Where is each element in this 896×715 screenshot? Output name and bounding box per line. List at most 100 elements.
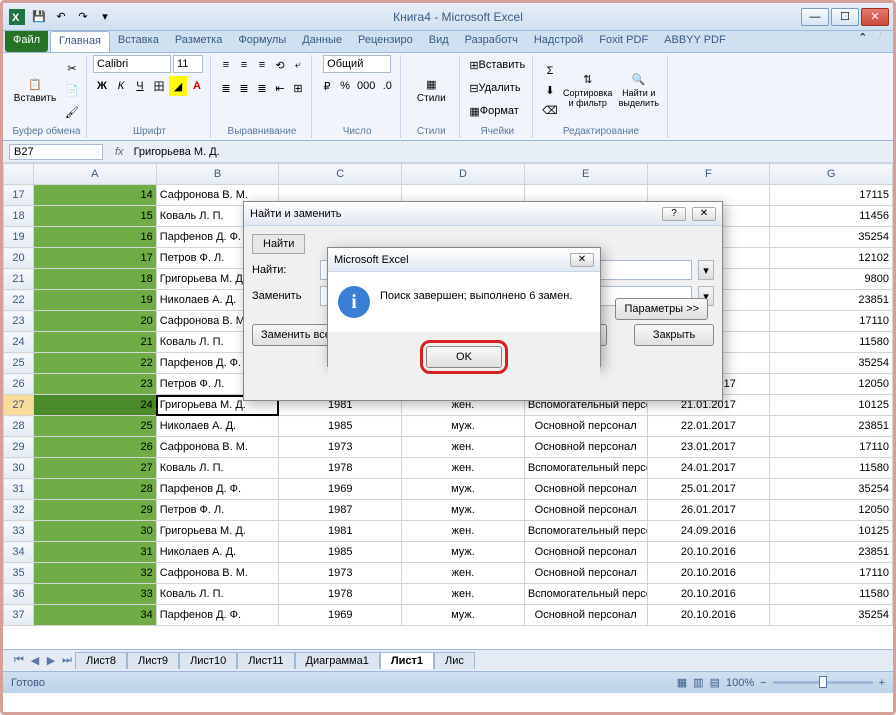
- cell[interactable]: 25: [34, 416, 157, 437]
- sheet-tab[interactable]: Лист10: [179, 652, 237, 669]
- cell[interactable]: 9800: [770, 269, 893, 290]
- cell[interactable]: Основной персонал: [524, 563, 647, 584]
- sheet-tab[interactable]: Лист11: [237, 652, 294, 669]
- cell[interactable]: 11580: [770, 332, 893, 353]
- tab-addins[interactable]: Надстрой: [526, 31, 591, 52]
- cell[interactable]: 22: [34, 353, 157, 374]
- font-color-button[interactable]: A: [188, 76, 206, 96]
- fill-icon[interactable]: ⬇: [539, 81, 561, 101]
- cell[interactable]: жен.: [402, 584, 525, 605]
- cell[interactable]: 17110: [770, 311, 893, 332]
- cell[interactable]: Сафронова В. М.: [156, 563, 279, 584]
- cell[interactable]: муж.: [402, 479, 525, 500]
- cell[interactable]: 1985: [279, 416, 402, 437]
- sheet-tab[interactable]: Лист1: [380, 652, 434, 669]
- row-header[interactable]: 26: [4, 374, 34, 395]
- cell[interactable]: 25.01.2017: [647, 479, 770, 500]
- cells-format-button[interactable]: ▦ Формат: [466, 101, 528, 121]
- italic-button[interactable]: К: [112, 76, 130, 96]
- sheet-tab[interactable]: Лист8: [75, 652, 127, 669]
- sheet-tab[interactable]: Лист9: [127, 652, 179, 669]
- copy-icon[interactable]: 📄: [62, 81, 82, 101]
- cell[interactable]: муж.: [402, 500, 525, 521]
- cell[interactable]: Вспомогательный персонал: [524, 521, 647, 542]
- cell[interactable]: 18: [34, 269, 157, 290]
- row-header[interactable]: 37: [4, 605, 34, 626]
- cut-icon[interactable]: ✂: [62, 59, 82, 79]
- merge-icon[interactable]: ⊞: [289, 78, 307, 98]
- row-header[interactable]: 30: [4, 458, 34, 479]
- align-mid-icon[interactable]: ≡: [235, 55, 253, 75]
- orientation-icon[interactable]: ⟲: [271, 55, 289, 75]
- tab-nav-prev-icon[interactable]: ◀: [27, 653, 43, 669]
- col-header-D[interactable]: D: [402, 164, 525, 185]
- col-header-A[interactable]: A: [34, 164, 157, 185]
- tab-file[interactable]: Файл: [5, 31, 48, 52]
- inc-dec-icon[interactable]: .0: [378, 76, 396, 96]
- cell[interactable]: жен.: [402, 563, 525, 584]
- cell[interactable]: муж.: [402, 542, 525, 563]
- cell[interactable]: 1978: [279, 584, 402, 605]
- row-header[interactable]: 35: [4, 563, 34, 584]
- save-icon[interactable]: 💾: [29, 7, 49, 27]
- cell[interactable]: 1987: [279, 500, 402, 521]
- autosum-icon[interactable]: Σ: [539, 61, 561, 81]
- cell[interactable]: 10125: [770, 395, 893, 416]
- sort-filter-button[interactable]: ⇅Сортировка и фильтр: [564, 59, 612, 123]
- paste-button[interactable]: 📋 Вставить: [11, 59, 59, 123]
- wrap-text-icon[interactable]: ⤶: [289, 55, 307, 75]
- select-all[interactable]: [4, 164, 34, 185]
- zoom-slider[interactable]: [773, 681, 873, 684]
- close-dialog-button[interactable]: Закрыть: [634, 324, 714, 346]
- currency-icon[interactable]: ₽: [318, 76, 336, 96]
- row-header[interactable]: 25: [4, 353, 34, 374]
- align-left-icon[interactable]: ≣: [217, 78, 235, 98]
- msgbox-close-button[interactable]: ✕: [570, 253, 594, 267]
- cell[interactable]: 24.01.2017: [647, 458, 770, 479]
- cell[interactable]: 23.01.2017: [647, 437, 770, 458]
- cell[interactable]: Петров Ф. Л.: [156, 500, 279, 521]
- col-header-E[interactable]: E: [524, 164, 647, 185]
- cell[interactable]: 19: [34, 290, 157, 311]
- cell[interactable]: Основной персонал: [524, 500, 647, 521]
- fill-color-button[interactable]: ◢: [169, 76, 187, 96]
- row-header[interactable]: 23: [4, 311, 34, 332]
- cell[interactable]: 23851: [770, 416, 893, 437]
- row-header[interactable]: 24: [4, 332, 34, 353]
- row-header[interactable]: 21: [4, 269, 34, 290]
- cell[interactable]: Сафронова В. М.: [156, 437, 279, 458]
- view-layout-icon[interactable]: ▥: [693, 676, 703, 689]
- cell[interactable]: 14: [34, 185, 157, 206]
- row-header[interactable]: 27: [4, 395, 34, 416]
- cell[interactable]: 1978: [279, 458, 402, 479]
- col-header-F[interactable]: F: [647, 164, 770, 185]
- cell[interactable]: 20.10.2016: [647, 584, 770, 605]
- cell[interactable]: 10125: [770, 521, 893, 542]
- tab-dev[interactable]: Разработч: [457, 31, 526, 52]
- cell[interactable]: 27: [34, 458, 157, 479]
- cell[interactable]: Основной персонал: [524, 437, 647, 458]
- cell[interactable]: 1973: [279, 437, 402, 458]
- cell[interactable]: 1969: [279, 479, 402, 500]
- cell[interactable]: Парфенов Д. Ф.: [156, 605, 279, 626]
- cell[interactable]: 20: [34, 311, 157, 332]
- cell[interactable]: муж.: [402, 416, 525, 437]
- row-header[interactable]: 22: [4, 290, 34, 311]
- ribbon-minimize-icon[interactable]: ⌃: [858, 31, 867, 52]
- col-header-C[interactable]: C: [279, 164, 402, 185]
- cell[interactable]: 17: [34, 248, 157, 269]
- bold-button[interactable]: Ж: [93, 76, 111, 96]
- row-header[interactable]: 18: [4, 206, 34, 227]
- cell[interactable]: 34: [34, 605, 157, 626]
- cell[interactable]: 1985: [279, 542, 402, 563]
- percent-icon[interactable]: %: [336, 76, 354, 96]
- cell[interactable]: Николаев А. Д.: [156, 542, 279, 563]
- zoom-level[interactable]: 100%: [726, 677, 754, 689]
- row-header[interactable]: 33: [4, 521, 34, 542]
- clear-icon[interactable]: ⌫: [539, 101, 561, 121]
- indent-dec-icon[interactable]: ⇤: [271, 78, 289, 98]
- fx-icon[interactable]: fx: [115, 146, 124, 158]
- cell[interactable]: 23: [34, 374, 157, 395]
- cell[interactable]: Основной персонал: [524, 542, 647, 563]
- view-break-icon[interactable]: ▤: [710, 676, 720, 689]
